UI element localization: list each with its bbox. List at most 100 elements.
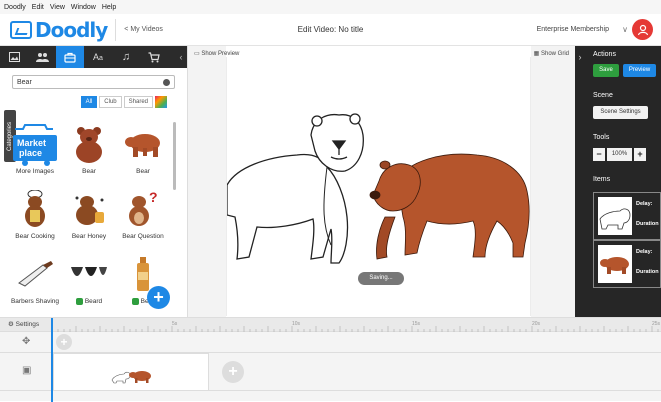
timeline: ⚙ Settings 5s 10s 15s 20s 25s ✥ + ▣ + <box>0 317 661 402</box>
filter-club[interactable]: Club <box>99 96 122 108</box>
zoom-in-button[interactable]: + <box>634 148 646 161</box>
marketplace-text-1: Market <box>17 138 46 148</box>
brown-bear-drawing <box>369 153 530 260</box>
tab-text[interactable]: Aa <box>84 46 112 68</box>
bear-question-icon: ? <box>129 190 158 226</box>
item-brown-bear[interactable]: Delay: Duration <box>593 240 661 288</box>
items-heading: Items <box>593 176 611 183</box>
menu-view[interactable]: View <box>50 4 65 11</box>
asset-bear-question[interactable]: ? Bear Question <box>116 189 170 240</box>
preview-button[interactable]: Preview <box>623 64 656 77</box>
props-icon <box>64 52 76 63</box>
tab-music[interactable]: ♫ <box>112 46 140 68</box>
asset-scrollbar[interactable] <box>173 122 176 190</box>
item-thumb <box>598 197 632 235</box>
timeline-ruler[interactable]: 5s 10s 15s 20s 25s <box>52 318 661 332</box>
asset-label: Bear Honey <box>71 233 107 240</box>
add-scene-button[interactable]: + <box>222 361 244 383</box>
bear-cooking-thumb <box>8 189 62 229</box>
timeline-playhead[interactable] <box>51 318 53 402</box>
characters-icon <box>35 53 49 62</box>
ruler-label: 15s <box>412 321 421 327</box>
timeline-settings-button[interactable]: ⚙ Settings <box>8 320 39 328</box>
asset-barbers-shaving[interactable]: Barbers Shaving <box>8 254 62 306</box>
add-asset-button[interactable]: + <box>147 286 170 309</box>
asset-tabs: Aa ♫ ‹ <box>0 46 187 68</box>
show-grid-toggle[interactable]: ▦ Show Grid <box>534 50 569 57</box>
timeline-header: ⚙ Settings 5s 10s 15s 20s 25s <box>0 318 661 332</box>
item-duration-label: Duration <box>636 221 659 227</box>
bear-standing-icon <box>76 127 102 163</box>
asset-label: Beard <box>62 298 116 305</box>
scene-settings-button[interactable]: Scene Settings <box>593 106 648 119</box>
save-button[interactable]: Save <box>593 64 619 77</box>
filter-shared[interactable]: Shared <box>123 96 153 108</box>
razor-thumb <box>8 254 62 294</box>
bear-thumb <box>62 124 116 164</box>
chevron-down-icon[interactable]: ∨ <box>622 25 628 34</box>
bear-question-thumb: ? <box>116 189 170 229</box>
cart-icon <box>148 51 160 62</box>
ruler-label: 25s <box>652 321 661 327</box>
marketplace-thumb: Market place <box>8 124 62 166</box>
search-input[interactable]: Bear <box>12 75 175 89</box>
ruler-label: 5s <box>172 321 178 327</box>
show-preview-toggle[interactable]: ▭ Show Preview <box>194 50 239 57</box>
bottle-icon <box>137 257 149 291</box>
ruler-label: 10s <box>292 321 301 327</box>
saving-indicator: Saving... <box>358 272 404 285</box>
beard-thumb <box>62 254 116 294</box>
asset-marketplace[interactable]: Market place More Images <box>8 124 62 175</box>
asset-bear-1[interactable]: Bear <box>62 124 116 175</box>
asset-beard[interactable]: Beard <box>62 254 116 305</box>
add-transition-button[interactable]: + <box>56 334 72 350</box>
move-icon: ✥ <box>22 336 31 347</box>
menu-help[interactable]: Help <box>102 4 116 11</box>
divider <box>115 18 117 41</box>
actions-heading: Actions <box>593 51 616 58</box>
item-polar-bear[interactable]: Delay: Duration <box>593 192 661 240</box>
image-icon <box>8 52 20 62</box>
bear-honey-icon <box>75 196 104 225</box>
asset-bear-cooking[interactable]: Bear Cooking <box>8 189 62 240</box>
membership-label: Enterprise Membership <box>536 26 609 33</box>
collapse-right-chevron-icon[interactable]: › <box>575 46 585 68</box>
color-filter-icon[interactable] <box>155 96 167 108</box>
bear-walking-icon <box>125 134 160 157</box>
scene-clip[interactable] <box>53 353 209 391</box>
svg-text:?: ? <box>149 190 158 205</box>
search-value: Bear <box>17 78 32 86</box>
tab-images[interactable] <box>0 46 28 68</box>
menu-edit[interactable]: Edit <box>32 4 44 11</box>
menu-bar: Doodly Edit View Window Help <box>0 0 661 14</box>
canvas-margin-left <box>188 46 226 317</box>
user-avatar[interactable] <box>632 19 653 40</box>
tab-characters[interactable] <box>28 46 56 68</box>
asset-bear-2[interactable]: Bear <box>116 124 170 175</box>
collapse-left-chevron-icon[interactable]: ‹ <box>175 52 187 62</box>
asset-label: Bear Question <box>122 233 164 240</box>
gear-icon: ⚙ <box>8 321 14 328</box>
polar-bear-thumb-icon <box>599 208 631 230</box>
zoom-level: 100% <box>607 148 632 161</box>
clear-search-icon[interactable] <box>163 78 170 86</box>
zoom-out-button[interactable]: − <box>593 148 605 161</box>
tab-props[interactable] <box>56 46 84 68</box>
canvas-area: ▭ Show Preview ▦ Show Grid Saving... <box>188 46 575 317</box>
my-videos-link[interactable]: < My Videos <box>124 26 163 33</box>
doodly-logo: Doodly <box>10 18 108 42</box>
zoom-controls: − 100% + <box>593 148 646 161</box>
text-icon: Aa <box>93 52 103 62</box>
filter-all[interactable]: All <box>80 96 98 108</box>
menu-window[interactable]: Window <box>71 4 96 11</box>
grid-icon: ▦ <box>533 51 540 57</box>
club-badge-icon <box>75 298 83 305</box>
beards-icon <box>71 267 107 276</box>
tab-shop[interactable] <box>140 46 168 68</box>
asset-bear-honey[interactable]: Bear Honey <box>62 189 116 240</box>
settings-label: Settings <box>15 321 40 328</box>
menu-app[interactable]: Doodly <box>4 4 26 11</box>
club-badge-icon <box>131 298 139 305</box>
asset-label: Bear <box>136 168 150 175</box>
polar-bear-sketch <box>226 113 364 264</box>
